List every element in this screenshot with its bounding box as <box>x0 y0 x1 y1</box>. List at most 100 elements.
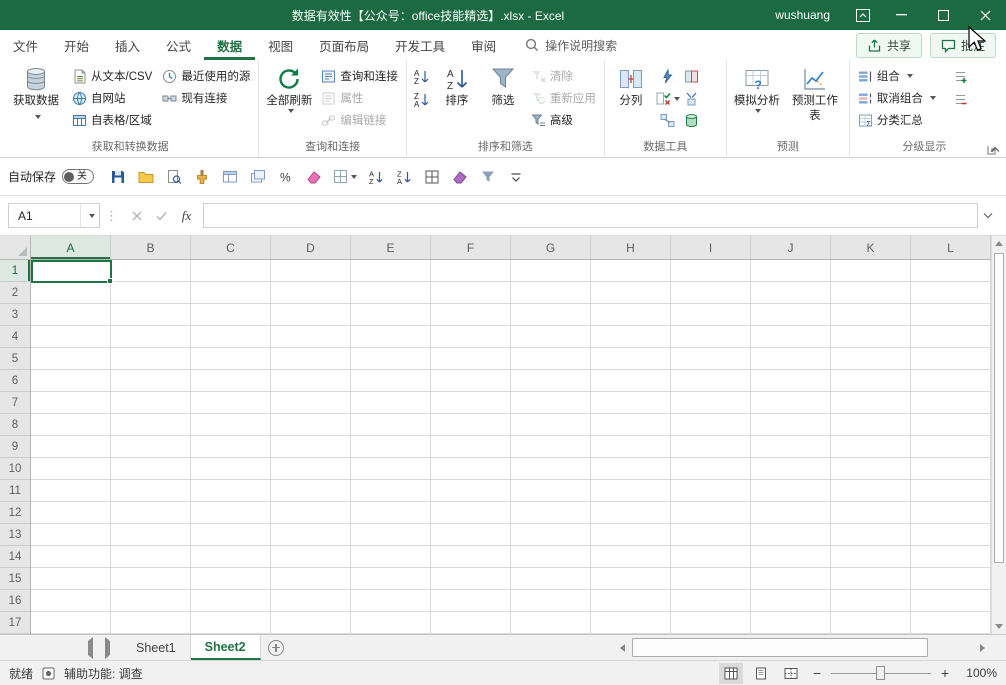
zoom-slider-thumb[interactable] <box>876 666 885 680</box>
ribbon-display-options-button[interactable] <box>846 0 880 30</box>
row-header-13[interactable]: 13 <box>0 524 30 546</box>
reapply-filter-button[interactable]: 重新应用 <box>527 87 600 109</box>
comments-button[interactable]: 批注 <box>930 33 996 58</box>
tab-file[interactable]: 文件 <box>0 30 51 60</box>
tab-review[interactable]: 审阅 <box>458 30 509 60</box>
edit-links-button[interactable]: 编辑链接 <box>317 109 402 131</box>
column-header-G[interactable]: G <box>511 236 591 259</box>
column-header-K[interactable]: K <box>831 236 911 259</box>
show-detail-button[interactable] <box>950 66 972 87</box>
accessibility-status[interactable]: 辅助功能: 调查 <box>64 665 143 682</box>
page-layout-view-button[interactable] <box>749 663 773 684</box>
column-header-C[interactable]: C <box>191 236 271 259</box>
row-header-15[interactable]: 15 <box>0 568 30 590</box>
zoom-level[interactable]: 100% <box>959 666 997 680</box>
fill-handle[interactable] <box>107 278 113 284</box>
scroll-up-button[interactable] <box>992 236 1006 251</box>
column-header-L[interactable]: L <box>911 236 991 259</box>
formula-input[interactable] <box>203 203 978 228</box>
horizontal-scrollbar[interactable] <box>614 635 1006 660</box>
sheet-tab-sheet2[interactable]: Sheet2 <box>191 635 261 660</box>
advanced-filter-button[interactable]: 高级 <box>527 109 600 131</box>
row-header-11[interactable]: 11 <box>0 480 30 502</box>
column-header-A[interactable]: A <box>31 236 111 259</box>
name-box[interactable]: A1 <box>8 203 100 228</box>
column-header-H[interactable]: H <box>591 236 671 259</box>
queries-connections-button[interactable]: 查询和连接 <box>317 65 402 87</box>
new-sheet-button[interactable] <box>261 635 291 660</box>
maximize-button[interactable] <box>922 0 964 30</box>
customize-qat-button[interactable] <box>503 163 528 190</box>
recent-sources-button[interactable]: 最近使用的源 <box>158 65 254 87</box>
percent-style-button[interactable]: % <box>273 163 298 190</box>
ungroup-button[interactable]: 取消组合 <box>854 87 940 109</box>
enter-button[interactable] <box>149 203 174 228</box>
autosave-toggle[interactable]: 自动保存 关 <box>8 168 94 185</box>
get-data-button[interactable]: 获取数据 <box>6 62 66 138</box>
column-header-I[interactable]: I <box>671 236 751 259</box>
data-validation-button[interactable] <box>655 88 681 109</box>
row-header-16[interactable]: 16 <box>0 590 30 612</box>
normal-view-button[interactable] <box>719 663 743 684</box>
cells-area[interactable] <box>31 260 991 634</box>
column-header-F[interactable]: F <box>431 236 511 259</box>
zoom-in-button[interactable]: + <box>937 665 953 681</box>
from-table-range-button[interactable]: 自表格/区域 <box>68 109 156 131</box>
row-header-4[interactable]: 4 <box>0 326 30 348</box>
sheet-tab-sheet1[interactable]: Sheet1 <box>122 635 191 660</box>
row-header-17[interactable]: 17 <box>0 612 30 634</box>
tab-data[interactable]: 数据 <box>204 30 255 60</box>
horizontal-scrollbar-track[interactable] <box>630 635 974 660</box>
row-header-12[interactable]: 12 <box>0 502 30 524</box>
group-button[interactable]: 组合 <box>854 65 940 87</box>
minimize-button[interactable] <box>880 0 922 30</box>
relationships-button[interactable] <box>655 110 681 131</box>
tab-formulas[interactable]: 公式 <box>153 30 204 60</box>
clear-formats-button[interactable] <box>301 163 326 190</box>
row-header-7[interactable]: 7 <box>0 392 30 414</box>
select-all-button[interactable] <box>0 236 31 260</box>
formula-bar-expand-button[interactable] <box>978 203 998 228</box>
manage-data-model-button[interactable] <box>681 110 703 131</box>
remove-duplicates-button[interactable] <box>681 66 703 87</box>
row-header-5[interactable]: 5 <box>0 348 30 370</box>
filter-button-ribbon[interactable]: 筛选 <box>481 62 525 138</box>
row-header-1[interactable]: 1 <box>0 260 30 282</box>
sheet-nav-left-button[interactable] <box>88 641 93 655</box>
tab-insert[interactable]: 插入 <box>102 30 153 60</box>
vertical-scrollbar[interactable] <box>991 236 1006 634</box>
sort-ascending-button[interactable]: AZ <box>411 66 433 87</box>
column-header-D[interactable]: D <box>271 236 351 259</box>
page-break-preview-button[interactable] <box>779 663 803 684</box>
vertical-scrollbar-thumb[interactable] <box>994 253 1004 563</box>
scroll-down-button[interactable] <box>992 619 1006 634</box>
from-text-csv-button[interactable]: 从文本/CSV <box>68 65 156 87</box>
print-preview-button[interactable] <box>161 163 186 190</box>
row-header-3[interactable]: 3 <box>0 304 30 326</box>
clear-filter-button[interactable]: 清除 <box>527 65 600 87</box>
tell-me-search[interactable]: 操作说明搜索 <box>525 30 617 60</box>
horizontal-scrollbar-thumb[interactable] <box>632 638 928 657</box>
consolidate-button[interactable] <box>681 88 703 109</box>
name-box-dropdown[interactable] <box>80 204 99 227</box>
formatting-options-button[interactable] <box>329 163 360 190</box>
text-to-columns-button[interactable]: 分列 <box>609 62 653 138</box>
row-header-14[interactable]: 14 <box>0 546 30 568</box>
filter-qat-button[interactable] <box>475 163 500 190</box>
sort-ascending-qat-button[interactable]: AZ <box>363 163 388 190</box>
close-button[interactable] <box>964 0 1006 30</box>
tab-developer[interactable]: 开发工具 <box>382 30 458 60</box>
freeze-panes-button[interactable] <box>217 163 242 190</box>
sort-descending-button[interactable]: ZA <box>411 89 433 110</box>
row-header-9[interactable]: 9 <box>0 436 30 458</box>
scroll-right-button[interactable] <box>974 635 990 660</box>
subtotal-button[interactable]: Σ 分类汇总 <box>854 109 940 131</box>
save-button[interactable] <box>105 163 130 190</box>
cancel-button[interactable] <box>124 203 149 228</box>
properties-button[interactable]: 属性 <box>317 87 402 109</box>
column-header-E[interactable]: E <box>351 236 431 259</box>
eraser-button[interactable] <box>447 163 472 190</box>
flash-fill-button[interactable] <box>655 66 681 87</box>
active-cell-A1[interactable] <box>31 260 112 283</box>
row-header-6[interactable]: 6 <box>0 370 30 392</box>
